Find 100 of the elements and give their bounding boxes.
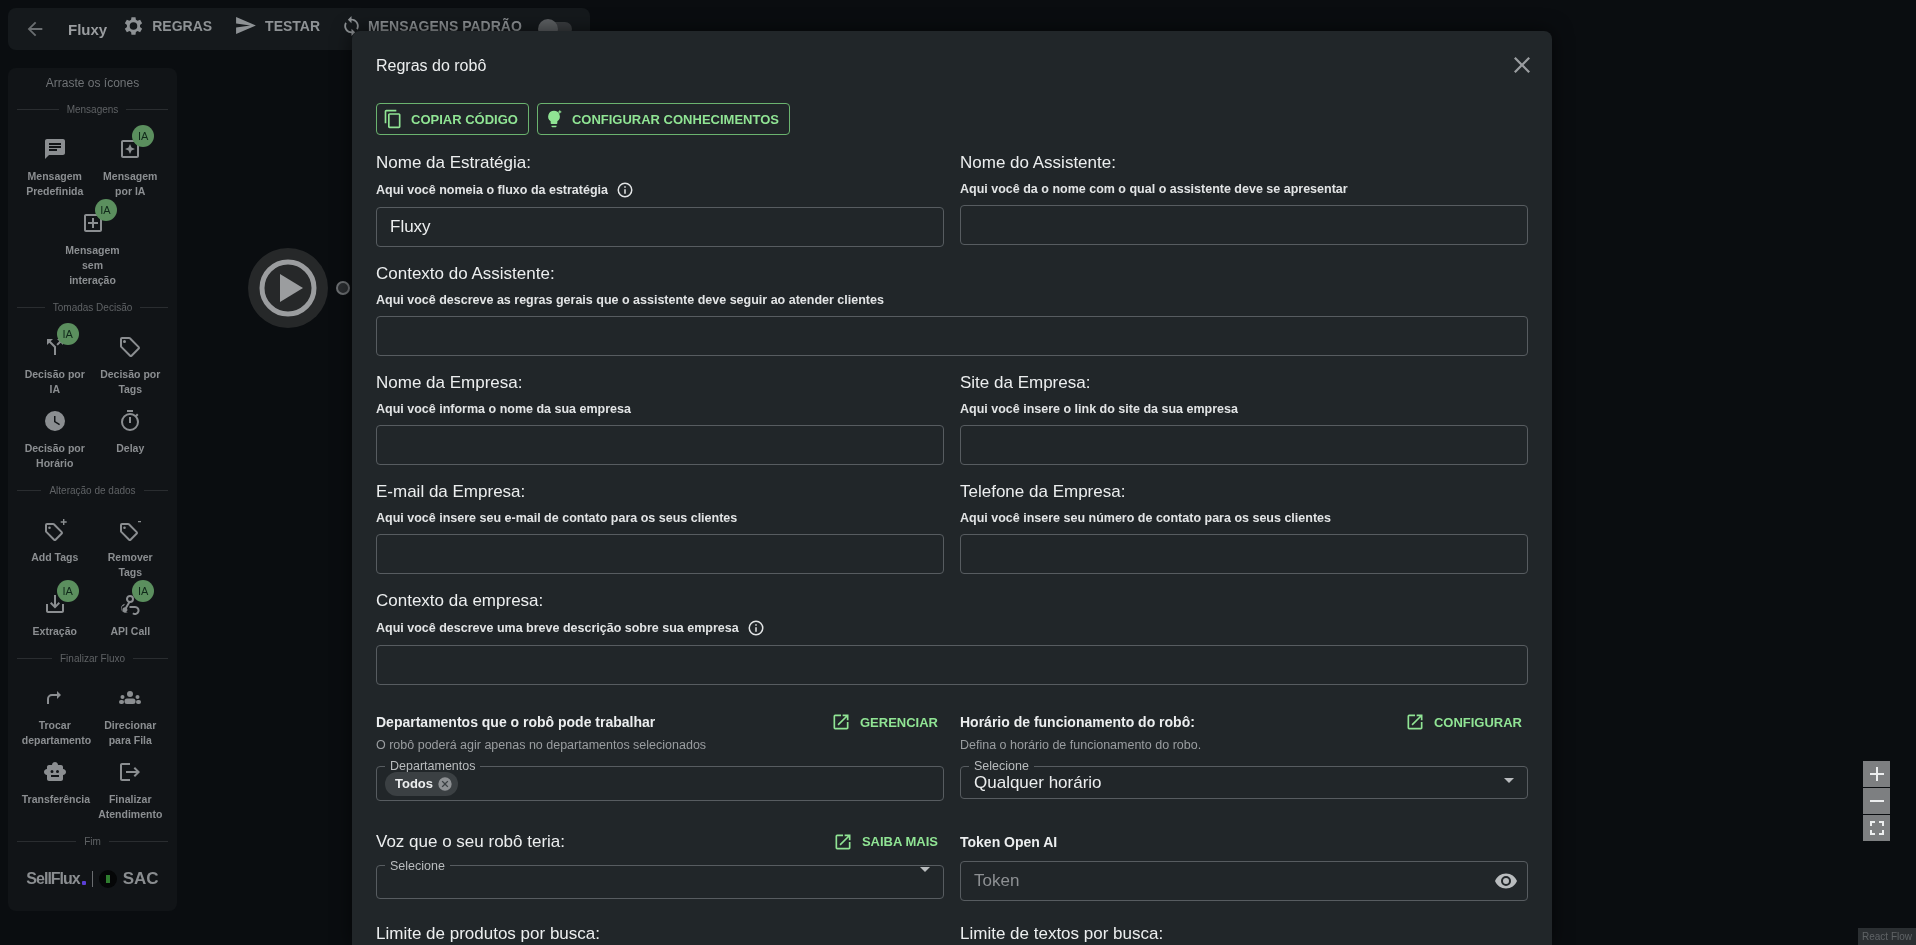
ai-badge: IA xyxy=(132,125,155,147)
palette-label: Decisão por IA xyxy=(23,367,86,397)
help-text: Defina o horário de funcionamento do robo. xyxy=(960,737,1202,753)
palette-label: Decisão por Horário xyxy=(23,441,86,471)
help-text: Aqui você nomeia o fluxo da estratégia xyxy=(376,182,608,198)
palette-label: Extração xyxy=(32,624,77,639)
help-text: Aqui você descreve as regras gerais que o assistente deve seguir ao atender clientes xyxy=(376,292,884,308)
help-text: O robô poderá agir apenas no departamentos selecionados xyxy=(376,737,707,753)
field-label: Contexto da empresa: xyxy=(376,590,544,612)
fit-view-button[interactable] xyxy=(1863,815,1890,841)
help-text: Aqui você insere o link do site da sua empresa xyxy=(960,401,1238,417)
link-button[interactable]: GERENCIAR xyxy=(831,712,944,732)
start-node[interactable] xyxy=(247,247,329,329)
ai-badge: IA xyxy=(56,323,79,345)
zoom-out-button[interactable] xyxy=(1863,788,1890,814)
close-button[interactable] xyxy=(1514,56,1530,76)
close-icon xyxy=(1514,56,1530,73)
palette-label: Mensagem por IA xyxy=(102,169,159,199)
text-field[interactable] xyxy=(376,316,1528,356)
field-label: Nome da Empresa: xyxy=(376,372,523,394)
dropdown-caret-icon xyxy=(920,867,930,872)
select-field[interactable]: Selecione xyxy=(376,858,944,899)
section-title: Mensagens xyxy=(66,104,119,115)
select-field[interactable]: Selecione Qualquer horário xyxy=(960,759,1528,799)
text-field[interactable] xyxy=(960,534,1528,574)
brand-logo: SellFlux xyxy=(26,870,86,888)
field-label: Site da Empresa: xyxy=(960,372,1091,394)
remove-icon[interactable] xyxy=(437,775,454,792)
help-text: Aqui você insere seu número de contato para os seus clientes xyxy=(960,510,1331,526)
section-title: Fim xyxy=(84,836,101,847)
field-label: Voz que o seu robô teria: xyxy=(376,830,566,853)
field-label: Horário de funcionamento do robô: xyxy=(960,713,1195,732)
flow-title: Fluxy xyxy=(68,20,108,38)
help-text: Aqui você da o nome com o qual o assistente deve se apresentar xyxy=(960,181,1348,197)
palette-label: Remover Tags xyxy=(106,550,154,580)
palette-label: API Call xyxy=(110,624,151,639)
token-field[interactable]: Token xyxy=(960,860,1528,901)
outline-button[interactable]: CONFIGURAR CONHECIMENTOS xyxy=(536,103,790,135)
field-label: Telefone da Empresa: xyxy=(960,481,1126,503)
chat-icon[interactable] xyxy=(42,137,67,161)
section-title: Alteração de dados xyxy=(49,485,136,496)
help-text: Aqui você informa o nome da sua empresa xyxy=(376,401,631,417)
chip[interactable]: Todos xyxy=(385,771,459,796)
text-field[interactable] xyxy=(960,205,1528,245)
text-field[interactable] xyxy=(960,425,1528,465)
help-text: Aqui você insere seu e-mail de contato para os seus clientes xyxy=(376,510,738,526)
send-icon xyxy=(236,17,257,34)
text-field[interactable]: Fluxy xyxy=(376,207,944,247)
outline-button[interactable]: COPIAR CÓDIGO xyxy=(376,103,529,135)
toolbar-tab[interactable]: TESTAR xyxy=(236,17,321,34)
palette-label: Transferência xyxy=(21,792,88,807)
copy-icon xyxy=(383,109,403,129)
field-label: Departamentos que o robô pode trabalhar xyxy=(376,713,656,732)
info-icon[interactable] xyxy=(616,181,634,199)
palette-label: Direcionar para Fila xyxy=(103,718,158,748)
fullscreen-icon xyxy=(1869,821,1884,835)
clock-icon[interactable] xyxy=(42,409,67,433)
tag-minus-icon[interactable] xyxy=(118,518,143,542)
palette-title: Arraste os ícones xyxy=(44,76,141,90)
palette-label: Finalizar Atendimento xyxy=(97,792,164,822)
palette-label: Mensagem Predefinida xyxy=(25,169,85,199)
link-button[interactable]: CONFIGURAR xyxy=(1404,712,1528,732)
info-icon[interactable] xyxy=(746,619,765,637)
ai-badge: IA xyxy=(56,580,79,602)
tag-plus-icon[interactable] xyxy=(42,518,67,542)
zoom-in-button[interactable] xyxy=(1863,761,1890,787)
palette-label: Delay xyxy=(116,441,145,456)
field-label: E-mail da Empresa: xyxy=(376,481,526,503)
palette-label: Decisão por Tags xyxy=(99,367,162,397)
section-title: Tomadas Decisão xyxy=(52,302,133,313)
help-text: Aqui você descreve uma breve descrição sobre sua empresa xyxy=(376,620,739,636)
text-field[interactable] xyxy=(376,425,944,465)
robot-icon[interactable] xyxy=(42,760,67,784)
palette-label: Add Tags xyxy=(31,550,79,565)
section-title: Finalizar Fluxo xyxy=(60,653,125,664)
product-logo: SAC xyxy=(122,869,159,889)
dropdown-caret-icon xyxy=(1504,777,1514,783)
toolbar-tab[interactable]: MENSAGENS PADRÃO xyxy=(344,15,522,36)
tag-icon[interactable] xyxy=(118,335,143,359)
settings-icon xyxy=(123,15,144,36)
field-label: Limite de produtos por busca: xyxy=(376,922,600,945)
field-label: Nome do Assistente: xyxy=(960,152,1116,174)
toolbar-tab[interactable]: REGRAS xyxy=(123,15,213,36)
ai-badge: IA xyxy=(132,580,155,602)
field-label: Token Open AI xyxy=(960,832,1058,852)
dialog-title: Regras do robô xyxy=(376,57,487,75)
connection-handle[interactable] xyxy=(336,281,350,295)
logout-icon[interactable] xyxy=(118,760,143,784)
multi-select-field[interactable]: Departamentos Todos xyxy=(376,759,944,801)
text-field[interactable] xyxy=(376,645,1528,685)
field-label: Limite de textos por busca: xyxy=(960,922,1164,945)
sync-icon xyxy=(344,15,360,36)
link-button[interactable]: SAIBA MAIS xyxy=(832,831,944,852)
field-label: Nome da Estratégia: xyxy=(376,152,531,174)
plus-icon xyxy=(1869,767,1884,781)
field-label: Contexto do Assistente: xyxy=(376,263,555,285)
ai-badge: IA xyxy=(94,199,117,221)
text-field[interactable] xyxy=(376,534,944,574)
palette-label: Mensagem sem interação xyxy=(64,243,121,288)
open-external-icon xyxy=(831,712,851,732)
